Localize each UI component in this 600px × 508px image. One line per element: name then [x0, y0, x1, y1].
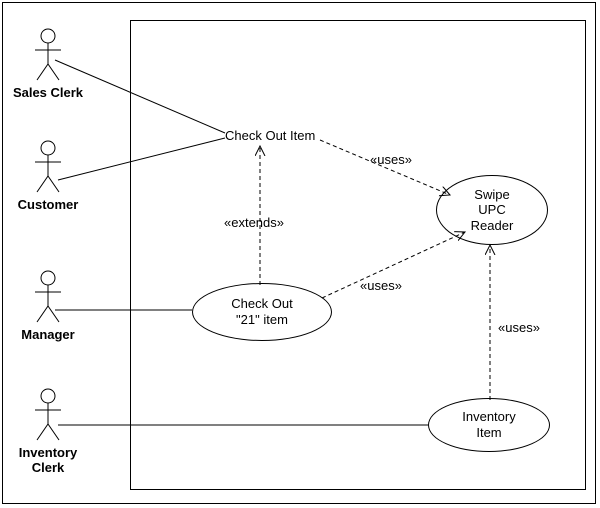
actor-label: Customer	[8, 197, 88, 212]
label-uses-1: «uses»	[370, 152, 412, 167]
label-uses-2: «uses»	[360, 278, 402, 293]
actor-label: Inventory Clerk	[8, 445, 88, 475]
person-icon	[31, 388, 65, 443]
label-extends: «extends»	[224, 215, 284, 230]
usecase-inventory-item: Inventory Item	[428, 398, 550, 452]
actor-manager: Manager	[8, 270, 88, 342]
label-uses-3: «uses»	[498, 320, 540, 335]
diagram-canvas: Check Out Item --> Swipe UPC Reader --> …	[0, 0, 600, 508]
usecase-check-out-21: Check Out "21" item	[192, 283, 332, 341]
actor-sales-clerk: Sales Clerk	[8, 28, 88, 100]
usecase-swipe-upc: Swipe UPC Reader	[436, 175, 548, 245]
actor-label: Sales Clerk	[8, 85, 88, 100]
person-icon	[31, 28, 65, 83]
actor-inventory-clerk: Inventory Clerk	[8, 388, 88, 475]
usecase-check-out-item: Check Out Item	[225, 128, 315, 143]
person-icon	[31, 270, 65, 325]
person-icon	[31, 140, 65, 195]
actor-label: Manager	[8, 327, 88, 342]
actor-customer: Customer	[8, 140, 88, 212]
